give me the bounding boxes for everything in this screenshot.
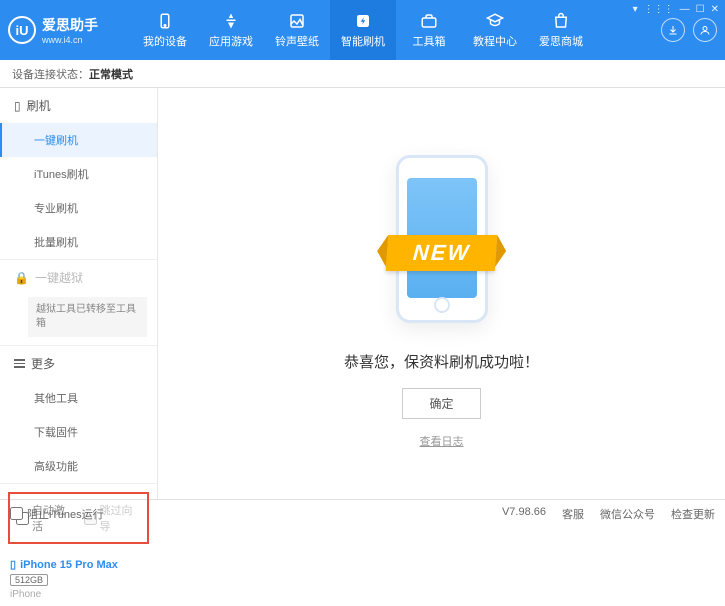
main-content: NEW 恭喜您，保资料刷机成功啦！ 确定 查看日志: [158, 88, 725, 499]
version-label: V7.98.66: [502, 506, 546, 522]
toolbox-icon: [419, 12, 439, 30]
sidebar-item-other-tools[interactable]: 其他工具: [0, 381, 157, 415]
apps-icon: [221, 12, 241, 30]
nav-toolbox[interactable]: 工具箱: [396, 0, 462, 60]
nav-store[interactable]: 爱思商城: [528, 0, 594, 60]
sidebar-item-advanced[interactable]: 高级功能: [0, 449, 157, 483]
success-message: 恭喜您，保资料刷机成功啦！: [344, 351, 539, 372]
sidebar-item-batch-flash[interactable]: 批量刷机: [0, 225, 157, 259]
sidebar-item-onekey-flash[interactable]: 一键刷机: [0, 123, 157, 157]
app-title: 爱思助手: [42, 15, 98, 35]
maximize-icon[interactable]: ☐: [696, 4, 705, 15]
device-info: ▯ iPhone 15 Pro Max 512GB iPhone: [0, 552, 157, 606]
wallpaper-icon: [287, 12, 307, 30]
logo-icon: iU: [8, 16, 36, 44]
minimize-icon[interactable]: —: [680, 4, 690, 15]
ok-button[interactable]: 确定: [402, 388, 480, 419]
block-itunes-checkbox[interactable]: 阻止iTunes运行: [10, 506, 104, 522]
window-controls: ▾ ⋮⋮⋮ — ☐ ✕: [633, 4, 719, 15]
nav-smart-flash[interactable]: 智能刷机: [330, 0, 396, 60]
tutorial-icon: [485, 12, 505, 30]
success-illustration: NEW: [352, 139, 532, 339]
new-ribbon: NEW: [386, 235, 498, 271]
flash-icon: [353, 12, 373, 30]
download-button[interactable]: [661, 18, 685, 42]
footer-support[interactable]: 客服: [562, 506, 584, 522]
sidebar-more-head[interactable]: 更多: [0, 346, 157, 381]
device-icon: [155, 12, 175, 30]
sidebar-jailbreak-head: 🔒 一键越狱: [0, 260, 157, 295]
view-log-link[interactable]: 查看日志: [420, 433, 464, 449]
grid-icon[interactable]: ⋮⋮⋮: [644, 4, 674, 15]
jailbreak-note: 越狱工具已转移至工具箱: [28, 297, 147, 337]
app-subtitle: www.i4.cn: [42, 35, 98, 45]
nav-tutorials[interactable]: 教程中心: [462, 0, 528, 60]
close-icon[interactable]: ✕: [711, 4, 719, 15]
nav-apps-games[interactable]: 应用游戏: [198, 0, 264, 60]
menu-dropdown-icon[interactable]: ▾: [633, 4, 638, 15]
user-button[interactable]: [693, 18, 717, 42]
lock-icon: 🔒: [14, 271, 29, 285]
store-icon: [551, 12, 571, 30]
menu-icon: [14, 359, 25, 368]
top-nav: 我的设备 应用游戏 铃声壁纸 智能刷机 工具箱 教程中心 爱思商城: [132, 0, 661, 60]
sidebar-item-pro-flash[interactable]: 专业刷机: [0, 191, 157, 225]
sidebar-flash-head[interactable]: ▯ 刷机: [0, 88, 157, 123]
phone-small-icon: ▯: [10, 558, 16, 571]
footer-wechat[interactable]: 微信公众号: [600, 506, 655, 522]
phone-icon: ▯: [14, 99, 21, 113]
connection-status: 设备连接状态：正常模式: [0, 60, 725, 88]
sidebar-item-itunes-flash[interactable]: iTunes刷机: [0, 157, 157, 191]
device-type: iPhone: [10, 589, 147, 600]
nav-ringtone-wallpaper[interactable]: 铃声壁纸: [264, 0, 330, 60]
sidebar: ▯ 刷机 一键刷机 iTunes刷机 专业刷机 批量刷机 🔒 一键越狱 越狱工具…: [0, 88, 158, 499]
footer-check-update[interactable]: 检查更新: [671, 506, 715, 522]
app-header: iU 爱思助手 www.i4.cn 我的设备 应用游戏 铃声壁纸 智能刷机 工具…: [0, 0, 725, 60]
sidebar-item-download-firmware[interactable]: 下载固件: [0, 415, 157, 449]
nav-my-device[interactable]: 我的设备: [132, 0, 198, 60]
app-logo: iU 爱思助手 www.i4.cn: [8, 15, 132, 45]
device-name[interactable]: ▯ iPhone 15 Pro Max: [10, 558, 147, 571]
device-storage: 512GB: [10, 574, 48, 586]
